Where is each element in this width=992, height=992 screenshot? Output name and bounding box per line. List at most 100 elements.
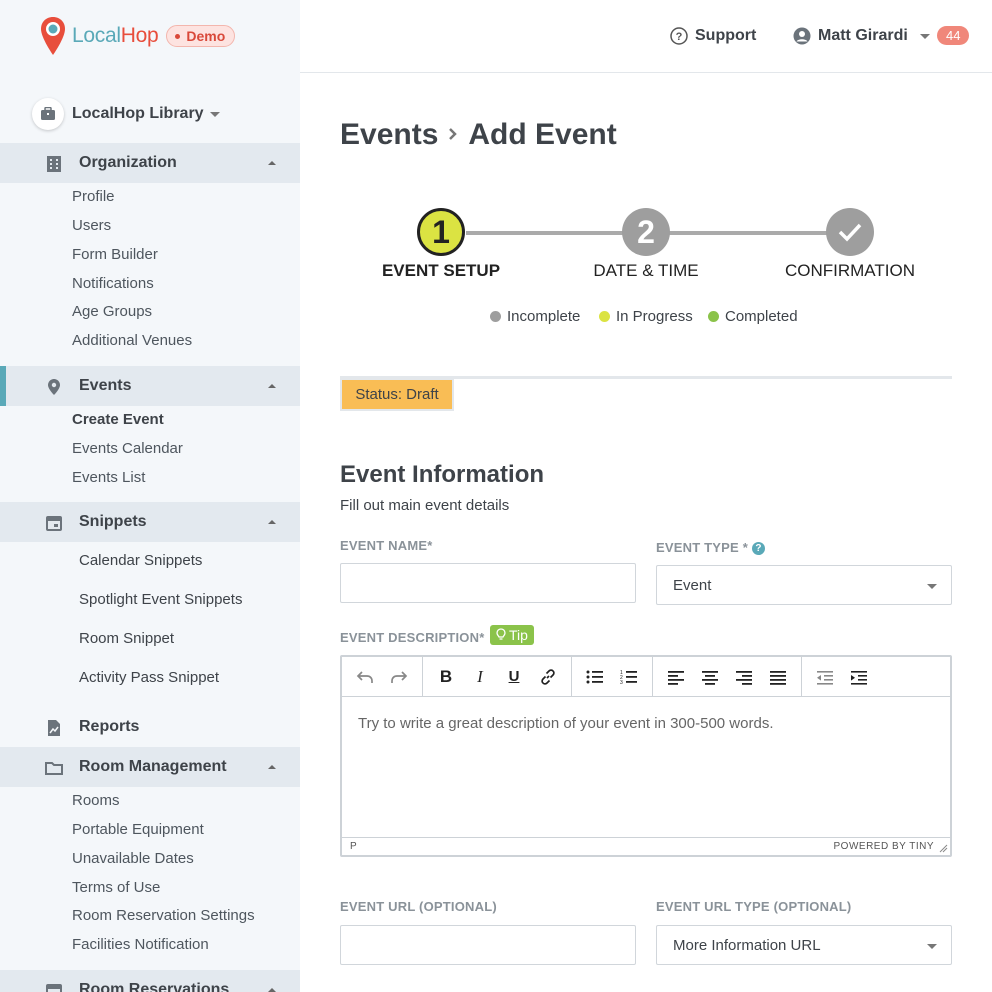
bullet-list-icon[interactable] [578,661,612,693]
chevron-down-icon [919,33,930,39]
event-name-input[interactable] [340,563,636,603]
breadcrumb-current: Add Event [468,118,617,151]
brand-name: LocalHop [72,24,159,48]
editor-content-placeholder[interactable]: Try to write a great description of your… [358,715,773,732]
demo-badge-label: Demo [186,28,226,44]
notification-count-badge[interactable]: 44 [937,26,970,45]
sidebar-item-portable-equipment[interactable]: Portable Equipment [72,821,204,838]
map-marker-icon [44,377,64,397]
toolbar-group-indent [802,657,882,697]
sidebar-section-snippets[interactable]: Snippets [0,502,300,542]
tip-button[interactable]: Tip [490,625,534,645]
user-circle-icon [793,27,811,45]
chevron-down-icon [927,944,937,949]
report-file-icon [44,718,64,738]
step-1-circle[interactable]: 1 [417,208,465,256]
sidebar-item-additional-venues[interactable]: Additional Venues [72,332,192,349]
step-3-label: CONFIRMATION [784,261,915,280]
sidebar-section-organization[interactable]: Organization [0,143,300,183]
step-3-circle[interactable] [826,208,874,256]
sidebar-item-events-list[interactable]: Events List [72,469,145,486]
link-icon[interactable] [531,661,565,693]
indent-icon[interactable] [842,661,876,693]
sidebar-item-profile[interactable]: Profile [72,188,115,205]
status-badge: Status: Draft [340,378,454,411]
event-url-input[interactable] [340,925,636,965]
stepper-connector [668,231,828,235]
chevron-up-icon [268,161,276,165]
sidebar-section-reports[interactable]: Reports [0,707,300,747]
section-subtitle: Fill out main event details [340,497,510,514]
step-1-label: EVENT SETUP [381,261,501,280]
support-link[interactable]: ? Support [670,27,756,45]
editor-branding[interactable]: POWERED BY TINY [834,841,934,852]
sidebar-item-users[interactable]: Users [72,217,111,234]
align-left-icon[interactable] [659,661,693,693]
sidebar-section-room-reservations[interactable]: Room Reservations [0,970,300,992]
briefcase-icon [32,98,64,130]
brand-name-part1: Local [72,24,121,47]
sidebar-item-notifications[interactable]: Notifications [72,275,154,292]
sidebar-section-label: Room Reservations [79,981,230,992]
calendar-icon [44,513,64,533]
legend-incomplete: Incomplete [490,308,580,325]
breadcrumb: Events Add Event [340,118,617,152]
sidebar-section-room-management[interactable]: Room Management [0,747,300,787]
sidebar-item-facilities-notification[interactable]: Facilities Notification [72,936,209,953]
align-justify-icon[interactable] [761,661,795,693]
stepper-connector [466,231,624,235]
sidebar-item-age-groups[interactable]: Age Groups [72,303,152,320]
map-pin-logo-icon [40,16,66,56]
event-type-select[interactable]: Event [656,565,952,605]
sidebar-item-rooms[interactable]: Rooms [72,792,120,809]
brand-logo[interactable]: LocalHop Demo [40,16,236,56]
sidebar-item-room-reservation-settings[interactable]: Room Reservation Settings [72,907,255,924]
sidebar-section-events[interactable]: Events [0,366,300,406]
sidebar-section-label: Reports [79,718,140,735]
align-right-icon[interactable] [727,661,761,693]
italic-icon[interactable]: I [463,661,497,693]
sidebar-item-unavailable-dates[interactable]: Unavailable Dates [72,850,194,867]
bold-icon[interactable]: B [429,661,463,693]
redo-icon[interactable] [382,661,416,693]
toolbar-group-align [653,656,802,697]
chevron-up-icon [268,520,276,524]
support-label: Support [695,27,757,44]
sidebar-item-events-calendar[interactable]: Events Calendar [72,440,183,457]
event-type-label-wrap: EVENT TYPE *? [656,540,765,556]
step-2-circle[interactable]: 2 [622,208,670,256]
align-center-icon[interactable] [693,661,727,693]
underline-icon[interactable]: U [497,661,531,693]
chevron-down-icon [209,111,220,117]
help-icon[interactable]: ? [751,542,765,556]
toolbar-group-format: B I U [423,656,572,697]
event-url-type-select[interactable]: More Information URL [656,925,952,965]
numbered-list-icon[interactable]: 123 [612,661,646,693]
chevron-right-icon [448,122,458,148]
event-url-label: EVENT URL (OPTIONAL) [340,899,497,914]
dot-icon [599,311,610,322]
sidebar-item-spotlight-event-snippets[interactable]: Spotlight Event Snippets [79,591,242,608]
undo-icon[interactable] [348,661,382,693]
event-description-label: EVENT DESCRIPTION* [340,630,485,645]
sidebar-section-label: Room Management [79,758,227,775]
lightbulb-icon [496,628,506,642]
calendar-check-icon [44,981,64,992]
user-menu[interactable]: Matt Girardi [793,27,930,45]
sidebar-item-room-snippet[interactable]: Room Snippet [79,630,174,647]
resize-handle-icon[interactable] [938,843,948,853]
library-selector[interactable]: LocalHop Library [32,98,220,130]
checkmark-icon [838,223,862,242]
outdent-icon[interactable] [808,661,842,693]
sidebar-item-calendar-snippets[interactable]: Calendar Snippets [79,552,202,569]
sidebar-item-terms-of-use[interactable]: Terms of Use [72,879,160,896]
sidebar-section-label: Snippets [79,513,147,530]
question-circle-icon: ? [670,27,688,45]
event-type-value: Event [673,576,712,594]
sidebar-item-activity-pass-snippet[interactable]: Activity Pass Snippet [79,669,219,686]
legend-completed: Completed [708,308,798,325]
breadcrumb-parent[interactable]: Events [340,118,438,152]
svg-text:3: 3 [620,680,623,685]
sidebar-item-create-event[interactable]: Create Event [72,411,164,428]
sidebar-item-form-builder[interactable]: Form Builder [72,246,158,263]
